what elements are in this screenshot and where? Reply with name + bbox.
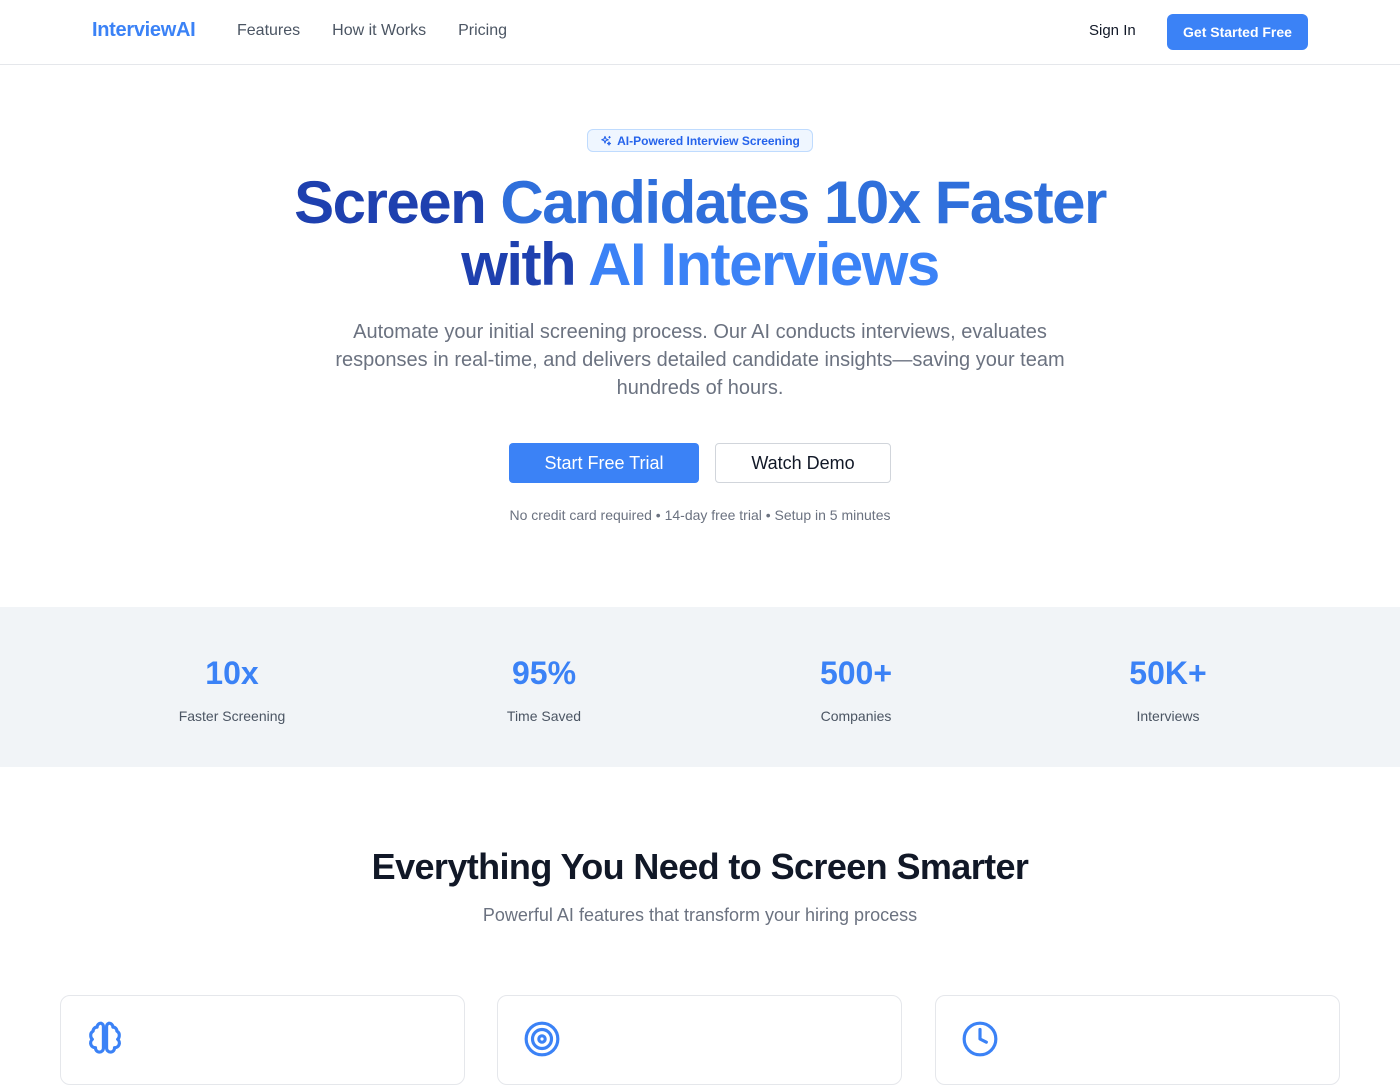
hero-fineprint: No credit card required • 14-day free tr… bbox=[509, 507, 891, 523]
stat-companies: 500+ Companies bbox=[726, 653, 986, 724]
stat-label: Time Saved bbox=[506, 708, 582, 724]
stat-label: Companies bbox=[820, 708, 892, 724]
features-subtitle: Powerful AI features that transform your… bbox=[482, 905, 918, 925]
feature-card bbox=[60, 995, 465, 1085]
hero-badge-text: AI-Powered Interview Screening bbox=[617, 133, 800, 148]
top-nav: InterviewAI Features How it Works Pricin… bbox=[0, 0, 1400, 65]
stat-interviews: 50K+ Interviews bbox=[1038, 653, 1298, 724]
nav-link-features[interactable]: Features bbox=[237, 22, 300, 40]
hero-title-line2-a: with bbox=[461, 231, 589, 298]
features-title: Everything You Need to Screen Smarter bbox=[371, 846, 1029, 887]
watch-demo-button[interactable]: Watch Demo bbox=[715, 443, 891, 483]
hero-title-line1-a: Screen bbox=[294, 169, 501, 236]
stat-label: Faster Screening bbox=[178, 708, 286, 724]
hero-title: Screen Candidates 10x Faster with AI Int… bbox=[0, 172, 1400, 296]
feature-card bbox=[935, 995, 1340, 1085]
stat-faster-screening: 10x Faster Screening bbox=[102, 653, 362, 724]
hero-subtitle: Automate your initial screening process.… bbox=[335, 321, 1065, 399]
nav-link-pricing[interactable]: Pricing bbox=[458, 22, 507, 40]
hero-badge: AI-Powered Interview Screening bbox=[587, 129, 813, 152]
clock-icon bbox=[962, 1021, 998, 1057]
brain-icon bbox=[89, 1021, 121, 1054]
sign-in-link[interactable]: Sign In bbox=[1089, 22, 1136, 39]
stat-value: 10x bbox=[205, 655, 259, 691]
feature-card bbox=[497, 995, 902, 1085]
brand-logo[interactable]: InterviewAI bbox=[92, 19, 196, 42]
stats-band: 10x Faster Screening 95% Time Saved 500+… bbox=[0, 607, 1400, 767]
stat-value: 50K+ bbox=[1129, 655, 1207, 691]
stat-value: 500+ bbox=[819, 655, 893, 691]
nav-links: Features How it Works Pricing bbox=[237, 22, 539, 40]
hero-title-line2-b: AI Interviews bbox=[588, 231, 940, 298]
stat-label: Interviews bbox=[1136, 708, 1200, 724]
hero-title-line1-b: Candidates 10x Faster bbox=[500, 169, 1107, 236]
nav-link-how-it-works[interactable]: How it Works bbox=[332, 22, 426, 40]
get-started-button[interactable]: Get Started Free bbox=[1167, 14, 1308, 50]
stat-time-saved: 95% Time Saved bbox=[414, 653, 674, 724]
target-icon bbox=[524, 1021, 560, 1057]
start-free-trial-button[interactable]: Start Free Trial bbox=[509, 443, 699, 483]
stat-value: 95% bbox=[511, 655, 577, 691]
sparkles-icon bbox=[601, 135, 612, 146]
